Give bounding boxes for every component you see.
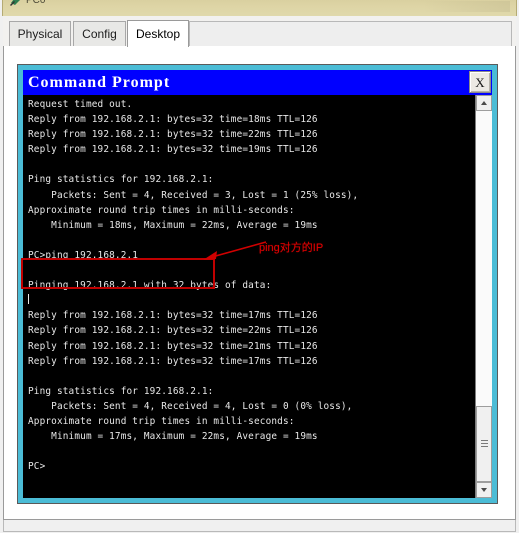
terminal-line: Packets: Sent = 4, Received = 4, Lost = … xyxy=(28,400,353,412)
tab-strip-active-gap xyxy=(128,46,188,47)
close-icon[interactable]: X xyxy=(469,71,491,93)
scrollbar-thumb[interactable] xyxy=(476,406,492,482)
pc-device-icon xyxy=(9,0,22,7)
terminal-caret xyxy=(28,294,29,305)
terminal-line: Minimum = 18ms, Maximum = 22ms, Average … xyxy=(28,219,318,231)
terminal-line: Request timed out. xyxy=(28,99,133,110)
terminal-output-area[interactable]: Request timed out. Reply from 192.168.2.1… xyxy=(23,95,492,498)
terminal-line: Ping statistics for 192.168.2.1: xyxy=(28,174,214,186)
tab-strip: Physical Config Desktop xyxy=(3,16,516,47)
scroll-up-icon[interactable] xyxy=(476,95,492,111)
terminal-line: Minimum = 17ms, Maximum = 22ms, Average … xyxy=(28,431,318,443)
tab-config[interactable]: Config xyxy=(73,21,126,46)
terminal-line: Reply from 192.168.2.1: bytes=32 time=18… xyxy=(28,114,318,126)
scroll-down-icon[interactable] xyxy=(476,482,492,498)
window-bottom-chrome xyxy=(3,520,516,532)
terminal-line: Reply from 192.168.2.1: bytes=32 time=17… xyxy=(28,355,318,367)
title-bar-gradient xyxy=(424,1,510,12)
command-prompt-panel: Command Prompt X Request timed out. Reply… xyxy=(17,64,498,504)
terminal-line: Ping statistics for 192.168.2.1: xyxy=(28,385,214,397)
terminal-line: PC>ping 192.168.2.1 xyxy=(28,249,139,261)
window-title-bar: PC0 xyxy=(2,0,517,16)
terminal-line: Reply from 192.168.2.1: bytes=32 time=17… xyxy=(28,310,318,322)
terminal-line: Packets: Sent = 4, Received = 3, Lost = … xyxy=(28,189,359,201)
terminal-line: Reply from 192.168.2.1: bytes=32 time=22… xyxy=(28,325,318,337)
tab-desktop[interactable]: Desktop xyxy=(127,20,189,47)
scrollbar-grip-icon xyxy=(481,440,488,448)
terminal-line: Reply from 192.168.2.1: bytes=32 time=21… xyxy=(28,340,318,352)
terminal-line: Reply from 192.168.2.1: bytes=32 time=19… xyxy=(28,144,318,156)
command-prompt-title: Command Prompt xyxy=(28,73,171,91)
terminal-line: PC> xyxy=(28,461,46,473)
terminal-line: Pinging 192.168.2.1 with 32 bytes of dat… xyxy=(28,280,272,292)
terminal-scrollbar[interactable] xyxy=(475,95,492,498)
terminal-line: Approximate round trip times in milli-se… xyxy=(28,204,295,216)
terminal-line xyxy=(28,293,472,308)
tab-physical[interactable]: Physical xyxy=(9,21,71,46)
close-icon-glyph: X xyxy=(475,74,485,90)
scroll-up-arrow-glyph xyxy=(481,101,487,105)
scroll-down-arrow-glyph xyxy=(481,488,487,492)
terminal-text: Request timed out. Reply from 192.168.2.1… xyxy=(28,97,472,474)
tab-strip-filler xyxy=(189,21,512,46)
terminal-line: Reply from 192.168.2.1: bytes=32 time=22… xyxy=(28,129,318,141)
terminal-line: Approximate round trip times in milli-se… xyxy=(28,415,295,427)
pc0-configuration-window: PC0 Physical Config Desktop Command Prom… xyxy=(0,0,519,533)
desktop-content-pane: Command Prompt X Request timed out. Reply… xyxy=(3,46,516,520)
window-title-text: PC0 xyxy=(26,0,46,6)
command-prompt-title-bar: Command Prompt X xyxy=(23,70,492,95)
scrollbar-track[interactable] xyxy=(476,111,492,482)
